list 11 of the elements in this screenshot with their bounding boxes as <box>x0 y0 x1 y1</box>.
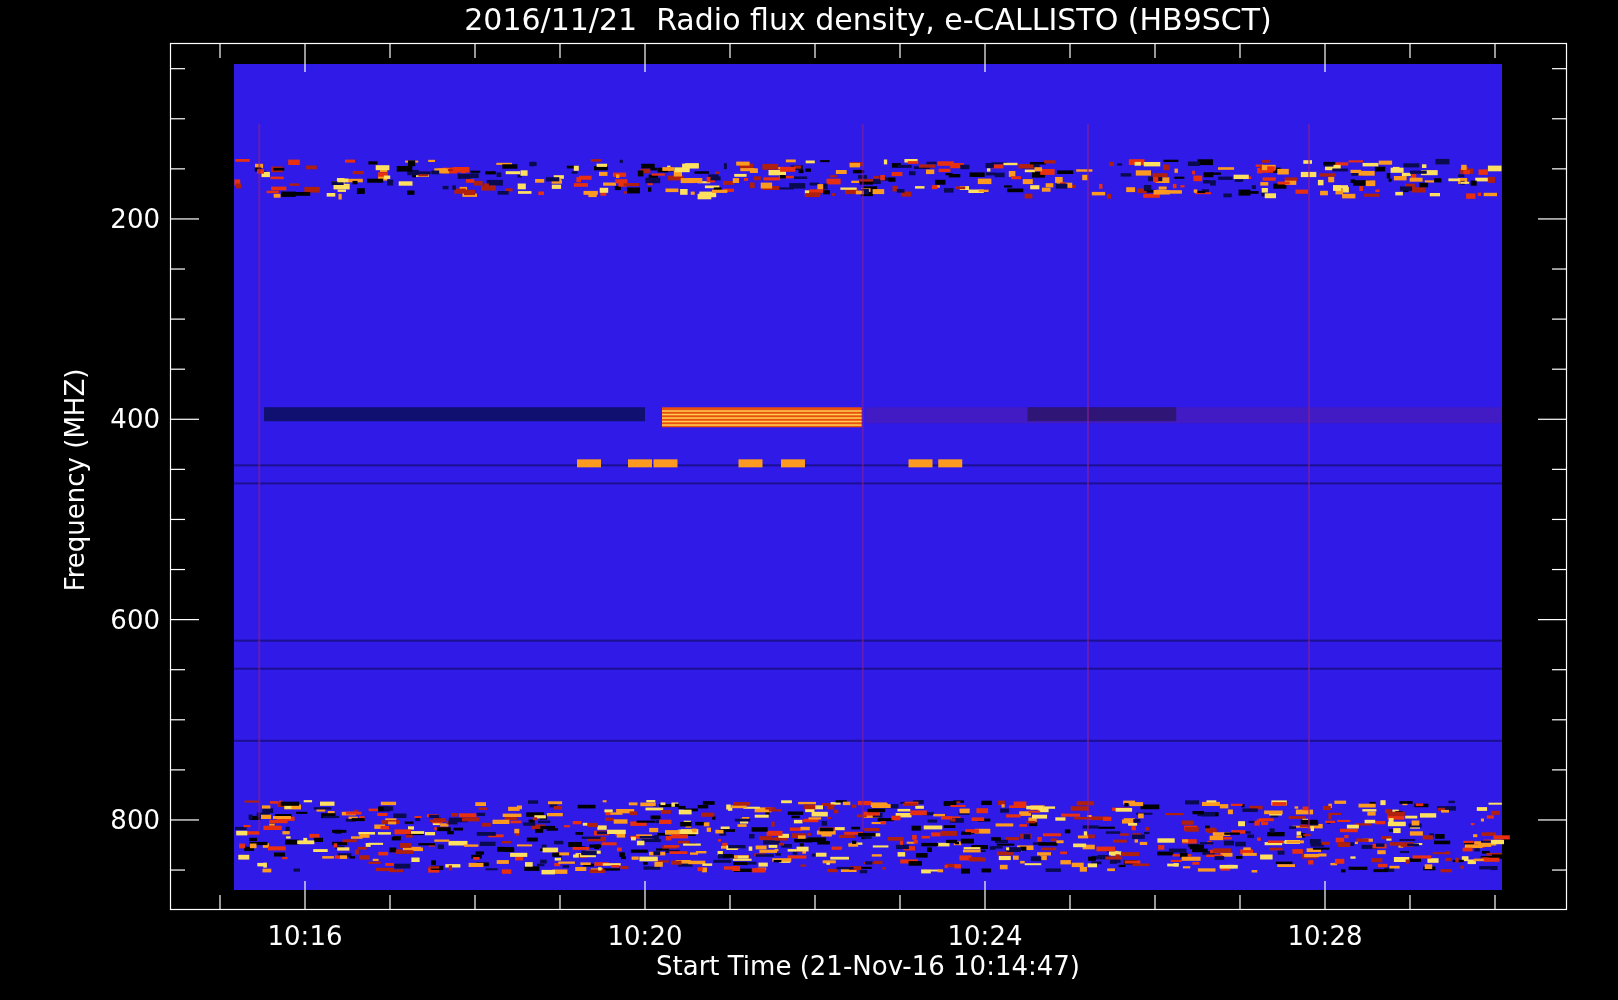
chart-title: 2016/11/21 Radio flux density, e-CALLISTO (HB9SCT) <box>464 2 1272 37</box>
y-tick-label: 600 <box>110 604 160 635</box>
y-axis-title: Frequency (MHZ) <box>60 368 90 592</box>
x-tick-label: 10:16 <box>267 921 343 951</box>
x-tick-label: 10:28 <box>1287 921 1363 951</box>
x-axis-title: Start Time (21-Nov-16 10:14:47) <box>656 951 1080 981</box>
x-tick-label: 10:20 <box>607 921 683 951</box>
y-tick-label: 400 <box>110 404 160 435</box>
y-tick-label: 800 <box>110 804 160 835</box>
x-tick-label: 10:24 <box>947 921 1023 951</box>
y-tick-label: 200 <box>110 203 160 234</box>
